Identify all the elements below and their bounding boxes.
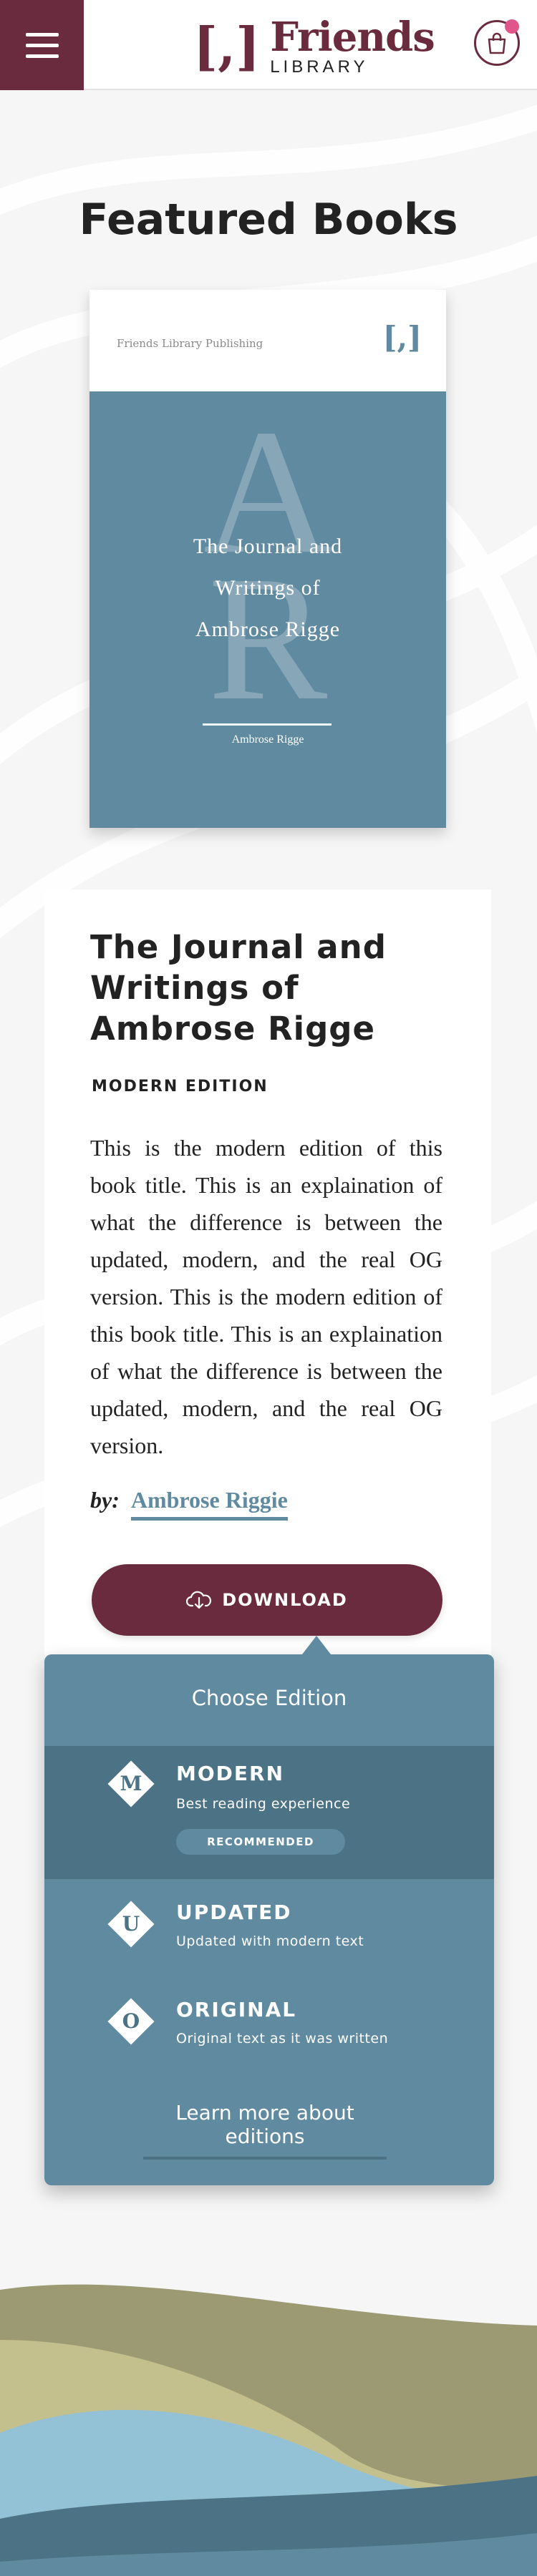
- site-header: [,] Friends LIBRARY: [0, 0, 537, 90]
- cart-notification-dot: [505, 19, 519, 34]
- edition-description: Original text as it was written: [176, 2031, 389, 2046]
- logo-subtitle: LIBRARY: [270, 57, 369, 77]
- edition-option-modern[interactable]: M MODERN Best reading experience RECOMME…: [44, 1746, 494, 1879]
- shopping-bag-icon: [488, 32, 506, 54]
- book-title: The Journal and Writings of Ambrose Rigg…: [90, 928, 387, 1048]
- hamburger-icon: [25, 32, 59, 36]
- book-publisher: Friends Library Publishing: [117, 337, 263, 350]
- page-title: Featured Books: [79, 195, 458, 245]
- book-cover-author: Ambrose Rigge: [231, 733, 304, 746]
- menu-button[interactable]: [0, 0, 84, 90]
- edition-name: UPDATED: [176, 1901, 292, 1924]
- edition-name: ORIGINAL: [176, 1998, 297, 2021]
- edition-chooser: Choose Edition M MODERN Best reading exp…: [44, 1636, 494, 2185]
- book-cover-header: Friends Library Publishing [,]: [90, 290, 446, 391]
- edition-option-original[interactable]: O ORIGINAL Original text as it was writt…: [44, 1988, 494, 2074]
- book-cover[interactable]: Friends Library Publishing [,] A R The J…: [90, 290, 446, 828]
- popover-arrow: [302, 1636, 331, 1654]
- edition-description: Best reading experience: [176, 1796, 351, 1812]
- popover-title: Choose Edition: [191, 1686, 347, 1710]
- recommended-badge: RECOMMENDED: [176, 1829, 345, 1855]
- download-button[interactable]: DOWNLOAD: [92, 1564, 442, 1636]
- byline-label: by:: [90, 1487, 120, 1513]
- book-cover-title: The Journal and Writings of Ambrose Rigg…: [193, 535, 343, 641]
- logo-name: Friends: [270, 14, 435, 61]
- cart-button[interactable]: [474, 19, 520, 66]
- edition-label: MODERN EDITION: [92, 1078, 268, 1096]
- logo-bracket-mark: [,]: [193, 16, 261, 77]
- book-description: This is the modern edition of this book …: [90, 1135, 442, 1458]
- book-cover-logo: [,]: [382, 320, 422, 355]
- footer-waves: [0, 2284, 537, 2576]
- edition-name: MODERN: [176, 1762, 285, 1785]
- cloud-download-icon: [186, 1591, 212, 1609]
- book-cover-divider: [203, 723, 332, 726]
- byline: by: Ambrose Riggie: [90, 1487, 288, 1521]
- edition-description: Updated with modern text: [176, 1933, 364, 1949]
- learn-more-link[interactable]: Learn more about editions: [143, 2101, 387, 2160]
- site-logo[interactable]: [,] Friends LIBRARY: [193, 14, 435, 79]
- download-label: DOWNLOAD: [222, 1590, 348, 1610]
- author-link[interactable]: Ambrose Riggie: [130, 1487, 288, 1521]
- edition-option-updated[interactable]: U UPDATED Updated with modern text: [44, 1890, 494, 1976]
